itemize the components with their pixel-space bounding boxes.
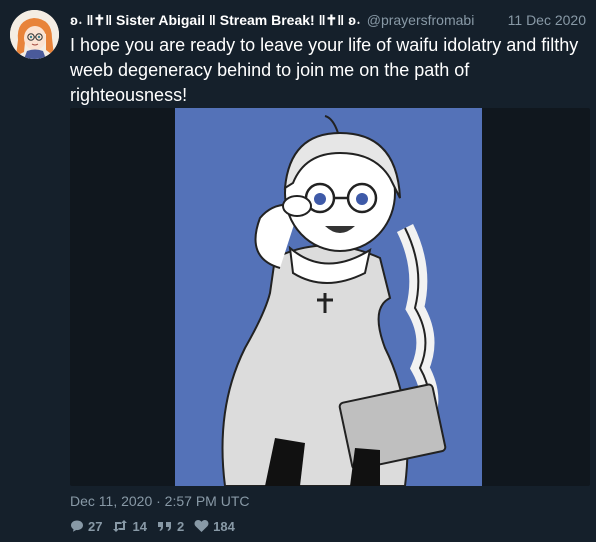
tweet: ʚ˖ ‖✝‖ Sister Abigail ‖ Stream Break! ‖✝… — [0, 0, 596, 542]
display-name[interactable]: ʚ˖ ‖✝‖ Sister Abigail ‖ Stream Break! ‖✝… — [70, 12, 361, 29]
heart-icon — [194, 519, 209, 532]
retweet-count: 14 — [132, 518, 147, 534]
tweet-header: ʚ˖ ‖✝‖ Sister Abigail ‖ Stream Break! ‖✝… — [70, 10, 590, 30]
attached-illustration — [175, 108, 482, 486]
tweet-actions: 27 14 2 184 — [70, 517, 245, 535]
reply-count: 27 — [88, 518, 103, 534]
quote-button[interactable]: 2 — [157, 519, 184, 534]
avatar-illustration — [10, 10, 59, 59]
retweet-icon — [113, 520, 128, 532]
tweet-media[interactable] — [70, 108, 590, 486]
tweet-timestamp[interactable]: Dec 11, 2020 · 2:57 PM UTC — [70, 493, 249, 509]
user-handle[interactable]: @prayersfromabi — [367, 12, 475, 28]
retweet-button[interactable]: 14 — [112, 518, 147, 534]
quote-icon — [157, 522, 171, 531]
comment-icon — [71, 520, 83, 532]
tweet-date[interactable]: 11 Dec 2020 — [508, 12, 590, 28]
avatar[interactable] — [10, 10, 59, 59]
quote-count: 2 — [176, 518, 185, 534]
like-count: 184 — [213, 518, 235, 534]
illustration-image — [175, 108, 482, 486]
reply-button[interactable]: 27 — [70, 519, 102, 534]
like-button[interactable]: 184 — [194, 519, 235, 534]
tweet-text: I hope you are ready to leave your life … — [70, 35, 579, 105]
